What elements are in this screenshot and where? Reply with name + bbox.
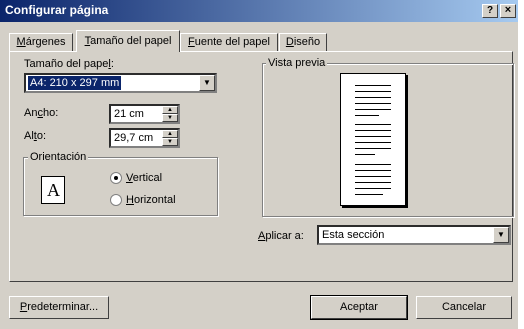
width-value: 21 cm (114, 108, 144, 120)
orientation-title: Orientación (28, 151, 89, 163)
default-button[interactable]: Predeterminar... (9, 296, 109, 319)
height-label: Alto: (24, 130, 47, 142)
cancel-button[interactable]: Cancelar (416, 296, 512, 319)
window-title: Configurar página (5, 3, 109, 17)
ok-button[interactable]: Aceptar (310, 295, 408, 320)
vertical-radio[interactable] (110, 172, 122, 184)
help-button[interactable]: ? (482, 4, 498, 18)
chevron-down-icon[interactable]: ▼ (199, 75, 215, 91)
background-edge (518, 0, 524, 329)
tab-paper-source[interactable]: Fuente del papel (180, 33, 278, 52)
horizontal-radio[interactable] (110, 194, 122, 206)
horizontal-label[interactable]: Horizontal (126, 194, 176, 206)
spin-down-icon[interactable]: ▼ (162, 138, 178, 146)
page-setup-dialog: Configurar página ? × Márgenes Tamaño de… (0, 0, 518, 329)
portrait-icon: A (41, 176, 65, 204)
title-bar[interactable]: Configurar página ? × (0, 0, 518, 22)
height-value: 29,7 cm (114, 132, 154, 144)
spin-up-icon[interactable]: ▲ (162, 130, 178, 138)
width-label: Ancho: (24, 107, 59, 119)
chevron-down-icon[interactable]: ▼ (493, 227, 509, 243)
spin-down-icon[interactable]: ▼ (162, 114, 178, 122)
paper-size-value: A4: 210 x 297 mm (26, 75, 123, 91)
paper-size-select[interactable]: A4: 210 x 297 mm ▼ (24, 73, 217, 93)
close-button[interactable]: × (500, 4, 516, 18)
spin-up-icon[interactable]: ▲ (162, 106, 178, 114)
page-preview (340, 73, 406, 206)
apply-to-select[interactable]: Esta sección ▼ (317, 225, 511, 245)
paper-size-label: Tamaño del papel: (24, 58, 114, 70)
height-spinner[interactable]: 29,7 cm ▲ ▼ (109, 128, 180, 148)
tab-layout[interactable]: Diseño (279, 33, 327, 52)
preview-title: Vista previa (266, 57, 328, 69)
tab-margins[interactable]: Márgenes (9, 33, 73, 52)
apply-to-value: Esta sección (322, 229, 385, 241)
width-spinner[interactable]: 21 cm ▲ ▼ (109, 104, 180, 124)
apply-to-label: Aplicar a: (258, 230, 304, 242)
tab-paper-size[interactable]: Tamaño del papel (76, 30, 180, 52)
vertical-label[interactable]: Vertical (126, 172, 162, 184)
